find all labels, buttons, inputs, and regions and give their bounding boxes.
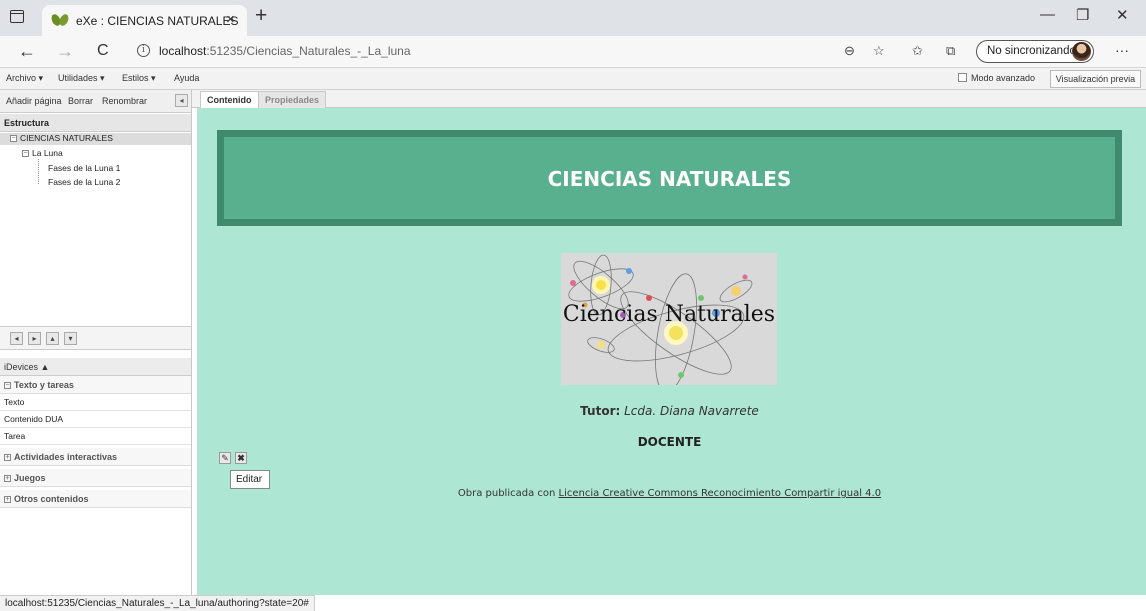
collapse-icon[interactable]: − (22, 150, 29, 158)
idevice-contenido-dua[interactable]: Contenido DUA (0, 411, 191, 428)
ciencias-banner-image: Ciencias Naturales (561, 253, 777, 385)
idevices-heading[interactable]: iDevices ▲ (0, 358, 191, 376)
window-close-icon[interactable]: ✕ (1116, 6, 1129, 24)
collapse-icon[interactable]: − (10, 135, 17, 143)
url-host: localhost (159, 44, 207, 58)
menu-ayuda[interactable]: Ayuda (174, 73, 199, 83)
tab-propiedades[interactable]: Propiedades (258, 91, 327, 108)
expand-icon: + (4, 496, 11, 504)
left-panel: Añadir página Borrar Renombrar ◂ Estruct… (0, 90, 192, 595)
restore-icon[interactable]: ❐ (1076, 6, 1089, 24)
move-up-icon[interactable]: ▴ (46, 332, 59, 345)
collapse-icon: − (4, 382, 11, 390)
idevice-texto[interactable]: Texto (0, 394, 191, 411)
tutor-label: Tutor: (580, 404, 621, 418)
group-label: Otros contenidos (14, 494, 89, 504)
page-title: CIENCIAS NATURALES (547, 167, 792, 191)
favorites-icon[interactable]: ✩ (912, 43, 923, 59)
group-otros[interactable]: + Otros contenidos (0, 490, 191, 508)
group-label: Juegos (14, 473, 46, 483)
forward-icon[interactable]: → (56, 41, 74, 62)
edit-pencil-icon[interactable]: ✎ (219, 452, 231, 464)
license-notice: Obra publicada con Licencia Creative Com… (197, 488, 1142, 499)
group-juegos[interactable]: + Juegos (0, 469, 191, 487)
group-label: Actividades interactivas (14, 452, 118, 462)
advanced-mode-label: Modo avanzado (971, 73, 1036, 83)
tutor-line: Tutor: Lcda. Diana Navarrete (197, 404, 1142, 418)
tutor-name: Lcda. Diana Navarrete (624, 404, 759, 418)
license-link[interactable]: Licencia Creative Commons Reconocimiento… (559, 488, 882, 499)
edit-tooltip: Editar (230, 470, 270, 489)
tab-actions-icon[interactable] (10, 10, 24, 23)
structure-heading: Estructura (0, 114, 191, 132)
status-bar-url: localhost:51235/Ciencias_Naturales_-_La_… (0, 595, 315, 611)
sync-label: No sincronizando (987, 45, 1076, 57)
license-prefix: Obra publicada con (457, 488, 559, 499)
tab-contenido[interactable]: Contenido (200, 91, 259, 108)
delete-idevice-icon[interactable]: ✖ (235, 452, 247, 464)
tree-label: La Luna (32, 148, 63, 158)
tree-label: CIENCIAS NATURALES (20, 133, 113, 143)
collections-icon[interactable]: ⧉ (946, 43, 955, 59)
refresh-icon[interactable]: C (97, 42, 109, 60)
content-tabs: Contenido Propiedades (192, 90, 1146, 108)
tree-connector (38, 159, 39, 184)
rename-button[interactable]: Renombrar (102, 96, 147, 106)
promote-icon[interactable]: ◂ (175, 94, 188, 107)
authoring-canvas: CIENCIAS NATURALES Ciencias Naturales Tu… (197, 108, 1146, 595)
address-bar: ← → C i localhost:51235/Ciencias_Natural… (0, 36, 1146, 68)
add-favorite-icon[interactable]: ☆ (873, 43, 885, 59)
group-actividades[interactable]: + Actividades interactivas (0, 448, 191, 466)
delete-button[interactable]: Borrar (68, 96, 93, 106)
site-info-icon[interactable]: i (137, 44, 150, 57)
exe-favicon-icon (52, 14, 68, 26)
move-right-icon[interactable]: ▸ (28, 332, 41, 345)
url-field[interactable]: localhost:51235/Ciencias_Naturales_-_La_… (159, 44, 411, 58)
browser-tab[interactable]: eXe : CIENCIAS NATURALES × (42, 5, 247, 36)
tree-node-fases-2[interactable]: Fases de la Luna 2 (48, 177, 120, 189)
group-texto-tareas[interactable]: − Texto y tareas (0, 376, 191, 394)
group-label: Texto y tareas (14, 380, 74, 390)
menu-estilos[interactable]: Estilos ▾ (122, 73, 156, 84)
avatar (1072, 42, 1091, 61)
tree-node-fases-1[interactable]: Fases de la Luna 1 (48, 163, 120, 175)
outline-toolbar: Añadir página Borrar Renombrar ◂ (0, 90, 191, 113)
banner-text: Ciencias Naturales (562, 302, 776, 327)
move-down-icon[interactable]: ▾ (64, 332, 77, 345)
tree-node-la-luna[interactable]: − La Luna (22, 148, 63, 160)
preview-button[interactable]: Visualización previa (1050, 70, 1141, 88)
tab-close-icon[interactable]: × (226, 11, 235, 28)
profile-sync-button[interactable]: No sincronizando (976, 40, 1094, 63)
page-header: CIENCIAS NATURALES (217, 130, 1122, 226)
advanced-mode-checkbox[interactable] (958, 73, 967, 82)
outline-move-toolbar: ◂ ▸ ▴ ▾ (0, 326, 191, 350)
menu-utilidades[interactable]: Utilidades ▾ (58, 73, 105, 84)
minimize-icon[interactable]: — (1040, 6, 1055, 23)
tree-node-root[interactable]: − CIENCIAS NATURALES (0, 133, 191, 145)
expand-icon: + (4, 475, 11, 483)
idevice-tarea[interactable]: Tarea (0, 428, 191, 445)
browser-tabstrip: eXe : CIENCIAS NATURALES × + — ❐ ✕ (0, 0, 1146, 36)
app-menubar: Archivo ▾ Utilidades ▾ Estilos ▾ Ayuda M… (0, 68, 1146, 90)
move-left-icon[interactable]: ◂ (10, 332, 23, 345)
menu-archivo[interactable]: Archivo ▾ (6, 73, 43, 84)
add-page-button[interactable]: Añadir página (6, 96, 62, 106)
back-icon[interactable]: ← (18, 41, 36, 62)
url-path: :51235/Ciencias_Naturales_-_La_luna (206, 44, 411, 58)
tab-title: eXe : CIENCIAS NATURALES (76, 14, 239, 28)
expand-icon: + (4, 454, 11, 462)
zoom-icon[interactable]: ⊖ (844, 43, 855, 59)
role-label: DOCENTE (637, 435, 702, 449)
new-tab-button[interactable]: + (255, 4, 267, 28)
more-options-icon[interactable]: ··· (1115, 42, 1129, 58)
